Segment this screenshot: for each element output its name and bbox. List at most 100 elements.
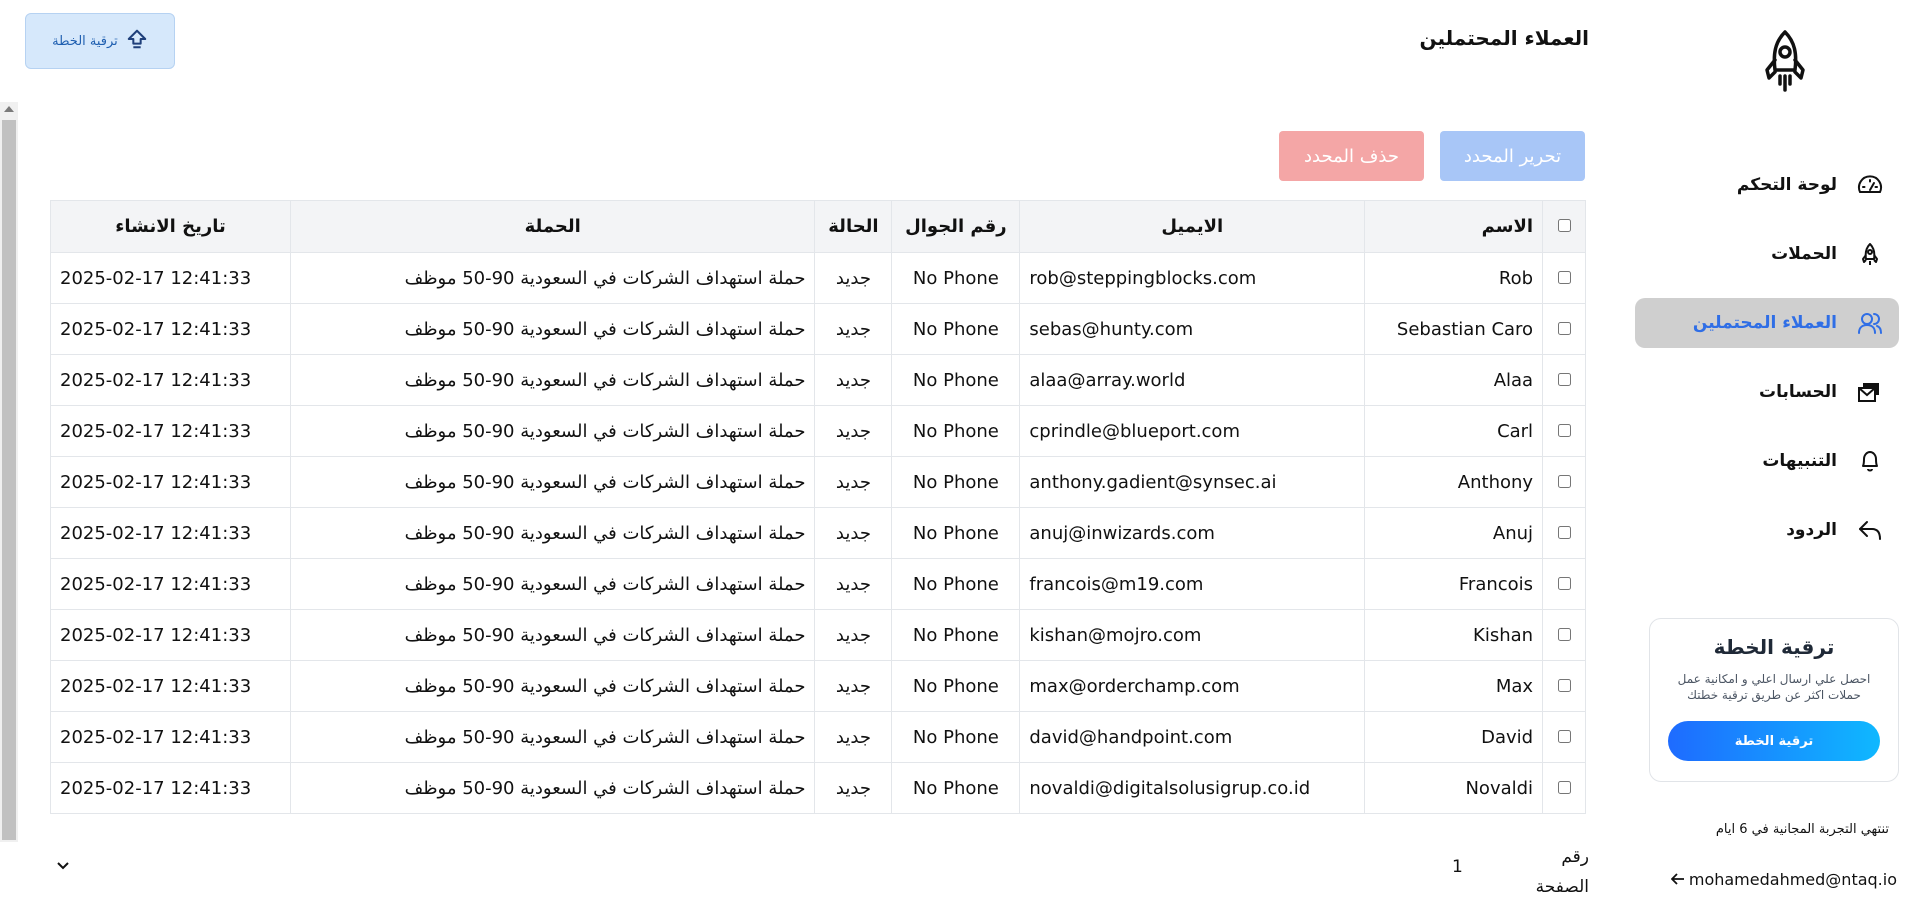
cell-phone: No Phone	[891, 762, 1021, 814]
cell-name: Rob	[1364, 252, 1544, 304]
cell-campaign: حملة استهداف الشركات في السعودية 90-50 م…	[289, 609, 816, 661]
table-row[interactable]: Kishan kishan@mojro.com No Phone جديد حملة ا…	[50, 609, 1586, 661]
upgrade-card-button[interactable]: ترقية الخطة	[1668, 721, 1880, 761]
cell-phone: No Phone	[891, 609, 1021, 661]
upgrade-plan-top-button[interactable]: ترقية الخطة	[25, 13, 175, 69]
page-select-chevron-icon[interactable]	[55, 857, 71, 873]
cell-name: Max	[1364, 660, 1544, 712]
cell-phone: No Phone	[891, 711, 1021, 763]
cell-campaign: حملة استهداف الشركات في السعودية 90-50 م…	[289, 762, 816, 814]
table-row[interactable]: Francois francois@m19.com No Phone جديد حملة…	[50, 558, 1586, 610]
cell-email: anthony.gadient@synsec.ai	[1019, 456, 1366, 508]
cell-phone: No Phone	[891, 507, 1021, 559]
column-header-name[interactable]: الاسم	[1364, 200, 1544, 253]
cell-phone: No Phone	[891, 456, 1021, 508]
row-checkbox-cell	[1542, 609, 1586, 661]
page-title: العملاء المحتملين	[1419, 26, 1589, 50]
rocket-logo-icon	[1759, 28, 1811, 94]
cell-created: 2025-02-17 12:41:33	[50, 660, 291, 712]
table-row[interactable]: Anuj anuj@inwizards.com No Phone جديد حملة ا…	[50, 507, 1586, 559]
upgrade-card-description: احصل علي ارسال اعلي و امكانية عمل حملات …	[1677, 672, 1871, 702]
column-header-status[interactable]: الحالة	[814, 200, 893, 253]
cell-email: kishan@mojro.com	[1019, 609, 1366, 661]
column-header-email[interactable]: الايميل	[1019, 200, 1366, 253]
sidebar-item-label: لوحة التحكم	[1736, 175, 1837, 195]
row-checkbox[interactable]	[1557, 270, 1571, 284]
table-row[interactable]: Anthony anthony.gadient@synsec.ai No Phone…	[50, 456, 1586, 508]
upgrade-plan-top-label: ترقية الخطة	[52, 33, 118, 49]
row-checkbox[interactable]	[1557, 576, 1571, 590]
cell-campaign: حملة استهداف الشركات في السعودية 90-50 م…	[289, 456, 816, 508]
user-account-link[interactable]: mohamedahmed@ntaq.io	[1670, 870, 1897, 889]
cell-email: francois@m19.com	[1019, 558, 1366, 610]
vertical-scrollbar[interactable]	[0, 102, 18, 842]
cell-email: max@orderchamp.com	[1019, 660, 1366, 712]
cell-campaign: حملة استهداف الشركات في السعودية 90-50 م…	[289, 660, 816, 712]
cell-name: Anthony	[1364, 456, 1544, 508]
sidebar-item-rocket[interactable]: الحملات	[1635, 229, 1899, 279]
sidebar-item-label: الحملات	[1771, 244, 1837, 264]
cell-phone: No Phone	[891, 405, 1021, 457]
sidebar-item-gauge[interactable]: لوحة التحكم	[1635, 160, 1899, 210]
users-icon	[1855, 308, 1885, 338]
cell-status: جديد	[814, 456, 893, 508]
row-checkbox-cell	[1542, 303, 1586, 355]
table-row[interactable]: Rob rob@steppingblocks.com No Phone جديد حمل…	[50, 252, 1586, 304]
row-checkbox-cell	[1542, 456, 1586, 508]
row-checkbox[interactable]	[1557, 423, 1571, 437]
table-body: Rob rob@steppingblocks.com No Phone جديد حمل…	[50, 252, 1586, 814]
table-row[interactable]: David david@handpoint.com No Phone جديد حملة…	[50, 711, 1586, 763]
column-header-created[interactable]: تاريخ الانشاء	[50, 200, 291, 253]
cell-created: 2025-02-17 12:41:33	[50, 507, 291, 559]
sidebar-item-label: التنبيهات	[1762, 451, 1837, 471]
edit-selected-button[interactable]: تحرير المحدد	[1440, 131, 1585, 181]
cell-status: جديد	[814, 507, 893, 559]
row-checkbox[interactable]	[1557, 474, 1571, 488]
upgrade-plan-card: ترقية الخطة احصل علي ارسال اعلي و امكاني…	[1649, 618, 1899, 782]
row-checkbox[interactable]	[1557, 729, 1571, 743]
row-checkbox[interactable]	[1557, 372, 1571, 386]
row-checkbox[interactable]	[1557, 780, 1571, 794]
cell-status: جديد	[814, 303, 893, 355]
cell-status: جديد	[814, 405, 893, 457]
row-checkbox[interactable]	[1557, 627, 1571, 641]
cell-campaign: حملة استهداف الشركات في السعودية 90-50 م…	[289, 354, 816, 406]
cell-created: 2025-02-17 12:41:33	[50, 762, 291, 814]
select-all-checkbox[interactable]	[1557, 219, 1571, 232]
delete-selected-button[interactable]: حذف المحدد	[1279, 131, 1424, 181]
sidebar-item-reply[interactable]: الردود	[1635, 505, 1899, 555]
row-checkbox-cell	[1542, 354, 1586, 406]
cell-created: 2025-02-17 12:41:33	[50, 609, 291, 661]
cell-email: novaldi@digitalsolusigrup.co.id	[1019, 762, 1366, 814]
cell-created: 2025-02-17 12:41:33	[50, 558, 291, 610]
row-checkbox-cell	[1542, 252, 1586, 304]
table-row[interactable]: Sebastian Caro sebas@hunty.com No Phone جدي…	[50, 303, 1586, 355]
sidebar-item-users[interactable]: العملاء المحتملين	[1635, 298, 1899, 348]
cell-name: Kishan	[1364, 609, 1544, 661]
cell-status: جديد	[814, 660, 893, 712]
cell-email: alaa@array.world	[1019, 354, 1366, 406]
column-header-campaign[interactable]: الحملة	[289, 200, 816, 253]
cell-phone: No Phone	[891, 252, 1021, 304]
sidebar-item-bell[interactable]: التنبيهات	[1635, 436, 1899, 486]
leads-table: الاسم الايميل رقم الجوال الحالة الحملة ت…	[50, 200, 1586, 814]
table-row[interactable]: Carl cprindle@blueport.com No Phone جديد حمل…	[50, 405, 1586, 457]
row-checkbox[interactable]	[1557, 321, 1571, 335]
cell-phone: No Phone	[891, 354, 1021, 406]
scrollbar-thumb[interactable]	[2, 120, 16, 840]
table-row[interactable]: Novaldi novaldi@digitalsolusigrup.co.id No…	[50, 762, 1586, 814]
scroll-up-arrow-icon[interactable]	[4, 106, 14, 112]
cell-created: 2025-02-17 12:41:33	[50, 405, 291, 457]
table-row[interactable]: Max max@orderchamp.com No Phone جديد حملة اس…	[50, 660, 1586, 712]
cell-status: جديد	[814, 252, 893, 304]
cell-status: جديد	[814, 609, 893, 661]
table-row[interactable]: Alaa alaa@array.world No Phone جديد حملة است…	[50, 354, 1586, 406]
sidebar-item-label: العملاء المحتملين	[1692, 313, 1837, 333]
column-header-phone[interactable]: رقم الجوال	[891, 200, 1021, 253]
row-checkbox[interactable]	[1557, 525, 1571, 539]
row-checkbox[interactable]	[1557, 678, 1571, 692]
sidebar: لوحة التحكم الحملات العملاء المحتملين الحسا…	[1635, 0, 1919, 899]
row-checkbox-cell	[1542, 660, 1586, 712]
sidebar-item-envelope-stack[interactable]: الحسابات	[1635, 367, 1899, 417]
cell-phone: No Phone	[891, 303, 1021, 355]
